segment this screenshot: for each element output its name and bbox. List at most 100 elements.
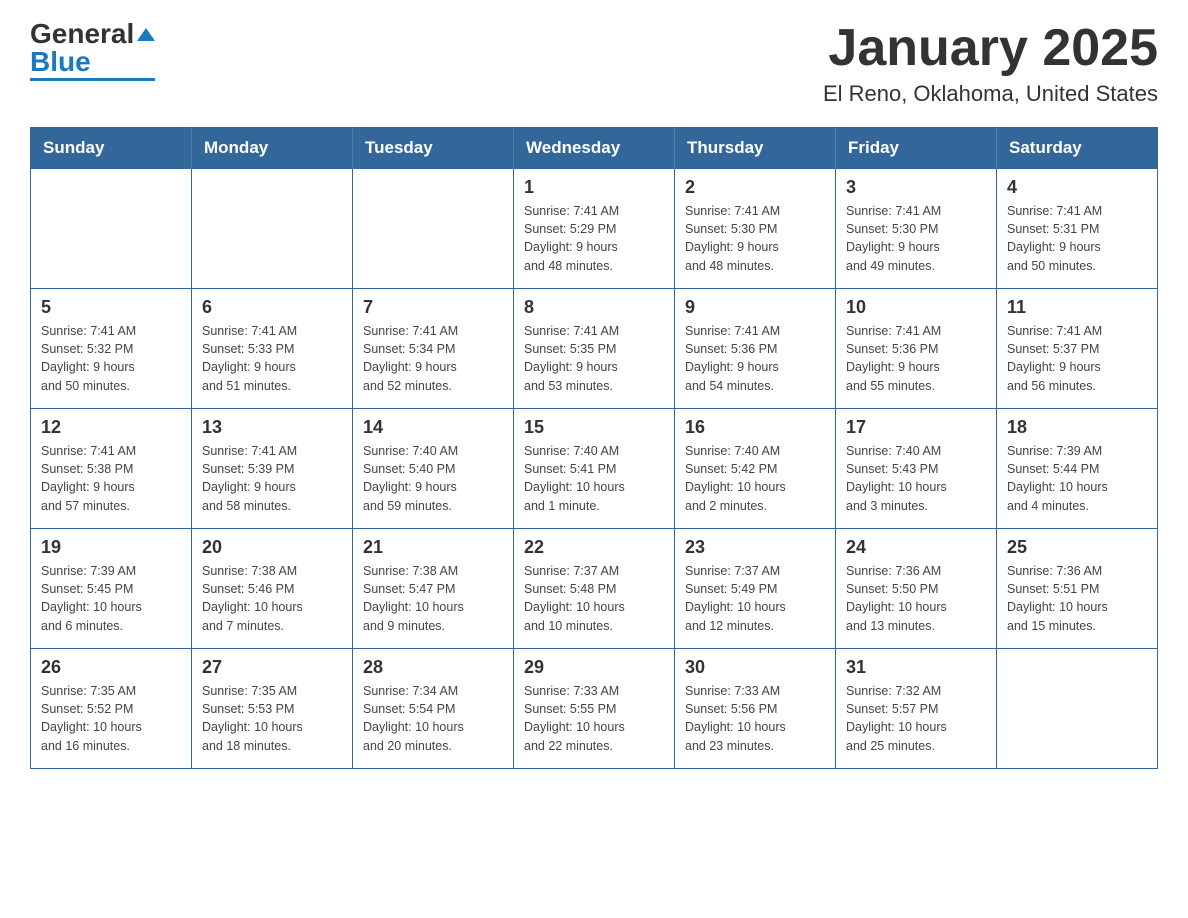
day-info: Sunrise: 7:33 AM Sunset: 5:55 PM Dayligh… bbox=[524, 682, 664, 755]
day-info: Sunrise: 7:41 AM Sunset: 5:36 PM Dayligh… bbox=[685, 322, 825, 395]
day-info: Sunrise: 7:33 AM Sunset: 5:56 PM Dayligh… bbox=[685, 682, 825, 755]
calendar-cell: 13Sunrise: 7:41 AM Sunset: 5:39 PM Dayli… bbox=[192, 409, 353, 529]
calendar-cell: 17 Sunrise: 7:40 AM Sunset: 5:43 PM Dayli… bbox=[836, 409, 997, 529]
calendar-cell bbox=[997, 649, 1158, 769]
day-number: 20 bbox=[202, 537, 342, 558]
day-info: Sunrise: 7:41 AM Sunset: 5:34 PM Dayligh… bbox=[363, 322, 503, 395]
day-info: Sunrise: 7:41 AM Sunset: 5:32 PM Dayligh… bbox=[41, 322, 181, 395]
calendar-cell: 1 Sunrise: 7:41 AM Sunset: 5:29 PM Daylig… bbox=[514, 169, 675, 289]
day-number: 3 bbox=[846, 177, 986, 198]
day-number: 30 bbox=[685, 657, 825, 678]
day-info: Sunrise: 7:37 AM Sunset: 5:48 PM Dayligh… bbox=[524, 562, 664, 635]
calendar-cell: 27 Sunrise: 7:35 AM Sunset: 5:53 PM Dayli… bbox=[192, 649, 353, 769]
day-number: 29 bbox=[524, 657, 664, 678]
day-info: Sunrise: 7:39 AM Sunset: 5:45 PM Dayligh… bbox=[41, 562, 181, 635]
calendar-day-header: Wednesday bbox=[514, 128, 675, 169]
day-info: Sunrise: 7:35 AM Sunset: 5:52 PM Dayligh… bbox=[41, 682, 181, 755]
calendar-day-header: Thursday bbox=[675, 128, 836, 169]
calendar-cell: 18 Sunrise: 7:39 AM Sunset: 5:44 PM Dayli… bbox=[997, 409, 1158, 529]
calendar-cell: 4 Sunrise: 7:41 AM Sunset: 5:31 PM Daylig… bbox=[997, 169, 1158, 289]
day-info: Sunrise: 7:40 AM Sunset: 5:43 PM Dayligh… bbox=[846, 442, 986, 515]
day-info: Sunrise: 7:40 AM Sunset: 5:42 PM Dayligh… bbox=[685, 442, 825, 515]
day-number: 28 bbox=[363, 657, 503, 678]
calendar: SundayMondayTuesdayWednesdayThursdayFrid… bbox=[30, 127, 1158, 769]
calendar-cell: 8 Sunrise: 7:41 AM Sunset: 5:35 PM Daylig… bbox=[514, 289, 675, 409]
calendar-cell: 28 Sunrise: 7:34 AM Sunset: 5:54 PM Dayli… bbox=[353, 649, 514, 769]
day-info: Sunrise: 7:39 AM Sunset: 5:44 PM Dayligh… bbox=[1007, 442, 1147, 515]
day-info: Sunrise: 7:38 AM Sunset: 5:47 PM Dayligh… bbox=[363, 562, 503, 635]
day-number: 19 bbox=[41, 537, 181, 558]
title-block: January 2025 El Reno, Oklahoma, United S… bbox=[823, 20, 1158, 107]
calendar-cell: 23 Sunrise: 7:37 AM Sunset: 5:49 PM Dayli… bbox=[675, 529, 836, 649]
day-number: 16 bbox=[685, 417, 825, 438]
day-info: Sunrise: 7:41 AM Sunset: 5:37 PM Dayligh… bbox=[1007, 322, 1147, 395]
day-number: 23 bbox=[685, 537, 825, 558]
calendar-cell: 15Sunrise: 7:40 AM Sunset: 5:41 PM Dayli… bbox=[514, 409, 675, 529]
calendar-cell: 24 Sunrise: 7:36 AM Sunset: 5:50 PM Dayli… bbox=[836, 529, 997, 649]
calendar-cell: 11 Sunrise: 7:41 AM Sunset: 5:37 PM Dayli… bbox=[997, 289, 1158, 409]
calendar-cell: 31 Sunrise: 7:32 AM Sunset: 5:57 PM Dayli… bbox=[836, 649, 997, 769]
logo-blue-text: Blue bbox=[30, 48, 91, 76]
day-info: Sunrise: 7:37 AM Sunset: 5:49 PM Dayligh… bbox=[685, 562, 825, 635]
calendar-day-header: Friday bbox=[836, 128, 997, 169]
day-number: 4 bbox=[1007, 177, 1147, 198]
calendar-cell: 7 Sunrise: 7:41 AM Sunset: 5:34 PM Daylig… bbox=[353, 289, 514, 409]
calendar-cell: 22 Sunrise: 7:37 AM Sunset: 5:48 PM Dayli… bbox=[514, 529, 675, 649]
main-title: January 2025 bbox=[823, 20, 1158, 77]
day-number: 11 bbox=[1007, 297, 1147, 318]
calendar-cell bbox=[31, 169, 192, 289]
day-info: Sunrise: 7:34 AM Sunset: 5:54 PM Dayligh… bbox=[363, 682, 503, 755]
day-number: 17 bbox=[846, 417, 986, 438]
calendar-cell: 26 Sunrise: 7:35 AM Sunset: 5:52 PM Dayli… bbox=[31, 649, 192, 769]
day-number: 5 bbox=[41, 297, 181, 318]
day-number: 14 bbox=[363, 417, 503, 438]
day-info: Sunrise: 7:41 AM Sunset: 5:35 PM Dayligh… bbox=[524, 322, 664, 395]
calendar-cell: 25 Sunrise: 7:36 AM Sunset: 5:51 PM Dayli… bbox=[997, 529, 1158, 649]
calendar-cell: 21 Sunrise: 7:38 AM Sunset: 5:47 PM Dayli… bbox=[353, 529, 514, 649]
calendar-week-row: 12Sunrise: 7:41 AM Sunset: 5:38 PM Dayli… bbox=[31, 409, 1158, 529]
day-number: 1 bbox=[524, 177, 664, 198]
calendar-cell: 14 Sunrise: 7:40 AM Sunset: 5:40 PM Dayli… bbox=[353, 409, 514, 529]
calendar-week-row: 5 Sunrise: 7:41 AM Sunset: 5:32 PM Daylig… bbox=[31, 289, 1158, 409]
day-info: Sunrise: 7:36 AM Sunset: 5:50 PM Dayligh… bbox=[846, 562, 986, 635]
calendar-week-row: 1 Sunrise: 7:41 AM Sunset: 5:29 PM Daylig… bbox=[31, 169, 1158, 289]
day-number: 26 bbox=[41, 657, 181, 678]
day-info: Sunrise: 7:32 AM Sunset: 5:57 PM Dayligh… bbox=[846, 682, 986, 755]
calendar-cell: 20Sunrise: 7:38 AM Sunset: 5:46 PM Dayli… bbox=[192, 529, 353, 649]
day-info: Sunrise: 7:40 AM Sunset: 5:41 PM Dayligh… bbox=[524, 442, 664, 515]
logo-underline bbox=[30, 78, 155, 81]
calendar-week-row: 26 Sunrise: 7:35 AM Sunset: 5:52 PM Dayli… bbox=[31, 649, 1158, 769]
day-info: Sunrise: 7:41 AM Sunset: 5:29 PM Dayligh… bbox=[524, 202, 664, 275]
day-number: 8 bbox=[524, 297, 664, 318]
calendar-day-header: Sunday bbox=[31, 128, 192, 169]
logo-text: General bbox=[30, 20, 155, 48]
calendar-day-header: Saturday bbox=[997, 128, 1158, 169]
day-number: 22 bbox=[524, 537, 664, 558]
day-number: 13 bbox=[202, 417, 342, 438]
calendar-cell: 9Sunrise: 7:41 AM Sunset: 5:36 PM Daylig… bbox=[675, 289, 836, 409]
day-info: Sunrise: 7:41 AM Sunset: 5:30 PM Dayligh… bbox=[685, 202, 825, 275]
day-number: 18 bbox=[1007, 417, 1147, 438]
day-info: Sunrise: 7:40 AM Sunset: 5:40 PM Dayligh… bbox=[363, 442, 503, 515]
day-info: Sunrise: 7:41 AM Sunset: 5:33 PM Dayligh… bbox=[202, 322, 342, 395]
calendar-week-row: 19 Sunrise: 7:39 AM Sunset: 5:45 PM Dayli… bbox=[31, 529, 1158, 649]
calendar-cell: 19 Sunrise: 7:39 AM Sunset: 5:45 PM Dayli… bbox=[31, 529, 192, 649]
day-number: 25 bbox=[1007, 537, 1147, 558]
calendar-cell: 2 Sunrise: 7:41 AM Sunset: 5:30 PM Daylig… bbox=[675, 169, 836, 289]
day-info: Sunrise: 7:35 AM Sunset: 5:53 PM Dayligh… bbox=[202, 682, 342, 755]
calendar-cell: 6Sunrise: 7:41 AM Sunset: 5:33 PM Daylig… bbox=[192, 289, 353, 409]
day-info: Sunrise: 7:36 AM Sunset: 5:51 PM Dayligh… bbox=[1007, 562, 1147, 635]
day-info: Sunrise: 7:41 AM Sunset: 5:30 PM Dayligh… bbox=[846, 202, 986, 275]
page-header: General Blue January 2025 El Reno, Oklah… bbox=[30, 20, 1158, 107]
calendar-cell: 10Sunrise: 7:41 AM Sunset: 5:36 PM Dayli… bbox=[836, 289, 997, 409]
day-number: 12 bbox=[41, 417, 181, 438]
day-number: 2 bbox=[685, 177, 825, 198]
day-number: 21 bbox=[363, 537, 503, 558]
day-info: Sunrise: 7:41 AM Sunset: 5:31 PM Dayligh… bbox=[1007, 202, 1147, 275]
logo: General Blue bbox=[30, 20, 155, 81]
subtitle: El Reno, Oklahoma, United States bbox=[823, 81, 1158, 107]
day-number: 31 bbox=[846, 657, 986, 678]
day-number: 27 bbox=[202, 657, 342, 678]
day-number: 24 bbox=[846, 537, 986, 558]
day-number: 7 bbox=[363, 297, 503, 318]
